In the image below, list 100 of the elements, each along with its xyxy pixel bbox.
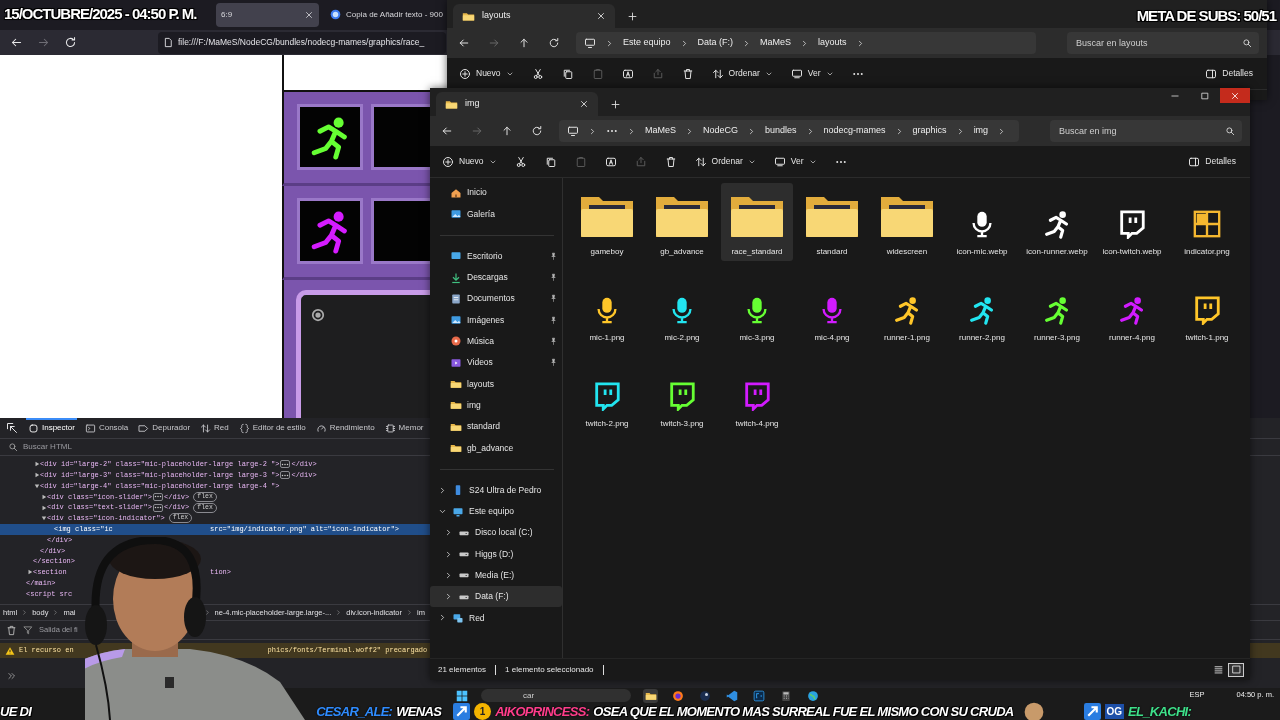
devtools-tab[interactable]: Rendimiento [313,417,377,439]
calculator-icon [779,690,792,702]
search-field[interactable]: Buscar en layouts [1067,32,1259,54]
chevron-down-icon [438,507,447,516]
nav-item[interactable]: Media (E:) [430,564,562,587]
nav-item[interactable]: img [430,394,562,416]
taskbar-app[interactable] [751,689,766,703]
details-button[interactable]: Detalles [1203,65,1255,82]
taskbar-app[interactable] [670,689,685,703]
command-button[interactable]: Ver [771,153,819,170]
breadcrumb-item[interactable]: MaMeS [760,36,792,50]
file-item[interactable]: mic-2.png [646,269,718,347]
nav-item[interactable]: standard [430,415,562,438]
file-item[interactable]: gb_advance [646,183,718,261]
close-icon [304,9,314,20]
nav-item[interactable]: layouts [430,373,562,395]
file-item[interactable]: race_standard [721,183,793,261]
file-item[interactable]: runner-3.png [1021,269,1093,347]
globe-icon [330,9,341,21]
nav-item[interactable]: Higgs (D:) [430,543,562,565]
file-item[interactable]: gameboy [571,183,643,261]
devtools-tab[interactable]: Memor [382,417,426,439]
close-icon [1230,90,1240,101]
nav-item[interactable]: Videos [430,352,562,374]
chevron-right-icon [203,609,211,616]
command-button[interactable]: Nuevo [457,65,516,82]
devtools-tab[interactable]: Consola [82,417,131,439]
nav-item[interactable]: S24 Ultra de Pedro [430,479,562,501]
file-item[interactable]: twitch-1.png [1171,269,1243,347]
close-icon [579,99,589,109]
start-button[interactable] [454,689,469,703]
breadcrumb-item[interactable]: bundles [765,124,797,138]
nav-item[interactable]: Música [430,330,562,353]
nav-item[interactable]: Data (F:) [430,586,562,608]
view-button[interactable] [1228,662,1244,677]
file-item[interactable]: icon-twitch.webp [1096,183,1168,261]
file-item[interactable]: twitch-2.png [571,355,643,433]
breadcrumb-item[interactable]: graphics [912,124,947,138]
list-view-icon [1212,664,1224,675]
nav-item[interactable]: Descargas [430,266,562,289]
breadcrumb-item[interactable]: Data (F:) [697,36,734,50]
details-button[interactable]: Detalles [1186,153,1238,170]
search-icon [1242,38,1252,48]
file-item[interactable]: runner-1.png [871,269,943,347]
explorer-tab[interactable]: layouts [453,4,615,28]
file-item[interactable]: indicator.png [1171,183,1243,261]
breadcrumb-item[interactable]: NodeCG [703,124,739,138]
tiles-view-icon [1230,664,1242,675]
element-picker-button[interactable] [4,420,20,436]
address-bar[interactable]: file:///F:/MaMeS/NodeCG/bundles/nodecg-mames/graphics/race_ [158,31,446,54]
file-item[interactable]: twitch-3.png [646,355,718,433]
nav-item[interactable]: Imágenes [430,309,562,331]
breadcrumb-item[interactable]: nodecg-mames [823,124,886,138]
breadcrumb-item[interactable]: Este equipo [623,36,671,50]
file-item[interactable]: icon-mic.webp [946,183,1018,261]
file-item[interactable]: runner-2.png [946,269,1018,347]
breadcrumb-item[interactable]: img [973,124,989,138]
breadcrumb-item[interactable]: MaMeS [645,124,676,138]
file-item[interactable]: widescreen [871,183,943,261]
taskbar-app[interactable] [643,689,658,703]
command-button[interactable]: Ver [788,65,836,82]
file-item[interactable]: runner-4.png [1096,269,1168,347]
browser-tab[interactable]: Copia de Añadir texto - 900 [325,2,442,27]
nav-item[interactable]: Inicio [430,182,562,204]
file-item[interactable]: mic-4.png [796,269,868,347]
file-item[interactable]: twitch-4.png [721,355,793,433]
search-field[interactable]: Buscar HTML [21,440,321,454]
chevron-right-icon [52,609,60,616]
browser-tab[interactable]: 6:9 [216,2,319,27]
nav-item[interactable]: Este equipo [430,500,562,523]
file-item[interactable]: mic-3.png [721,269,793,347]
breadcrumb-item[interactable]: layouts [818,36,847,50]
chevron-right-icon [438,485,447,495]
address-bar[interactable]: MaMeS NodeCG bundles nodecg-mames graphics img [559,120,1019,142]
taskbar-app[interactable] [805,689,820,703]
devtools-tab[interactable]: Red [198,417,231,439]
devtools-tab[interactable]: Editor de estilo [236,417,308,439]
devtools-tab[interactable]: Inspector [26,417,77,439]
arrow-left-icon [458,37,470,49]
nav-item[interactable]: Galería [430,203,562,225]
search-field[interactable]: Buscar en img [1050,120,1242,142]
trash-icon [681,67,694,80]
search-field[interactable]: car [481,689,631,702]
command-button[interactable]: Nuevo [440,153,499,170]
taskbar-app[interactable] [697,689,712,703]
file-item[interactable]: icon-runner.webp [1021,183,1093,261]
address-bar[interactable]: Este equipo Data (F:) MaMeS layouts [576,32,1036,54]
nav-item[interactable]: Escritorio [430,245,562,267]
command-button[interactable]: Ordenar [709,65,775,82]
file-item[interactable]: standard [796,183,868,261]
nav-item[interactable]: Red [430,607,562,629]
close-button[interactable] [1220,88,1250,103]
nav-item[interactable]: Disco local (C:) [430,522,562,544]
devtools-tab[interactable]: Depurador [136,417,193,439]
nav-item[interactable]: Documentos [430,288,562,310]
nav-item[interactable]: gb_advance [430,437,562,459]
taskbar-app[interactable] [724,689,739,703]
file-item[interactable]: mic-1.png [571,269,643,347]
explorer-tab[interactable]: img [436,92,598,116]
command-button[interactable]: Ordenar [692,153,758,170]
